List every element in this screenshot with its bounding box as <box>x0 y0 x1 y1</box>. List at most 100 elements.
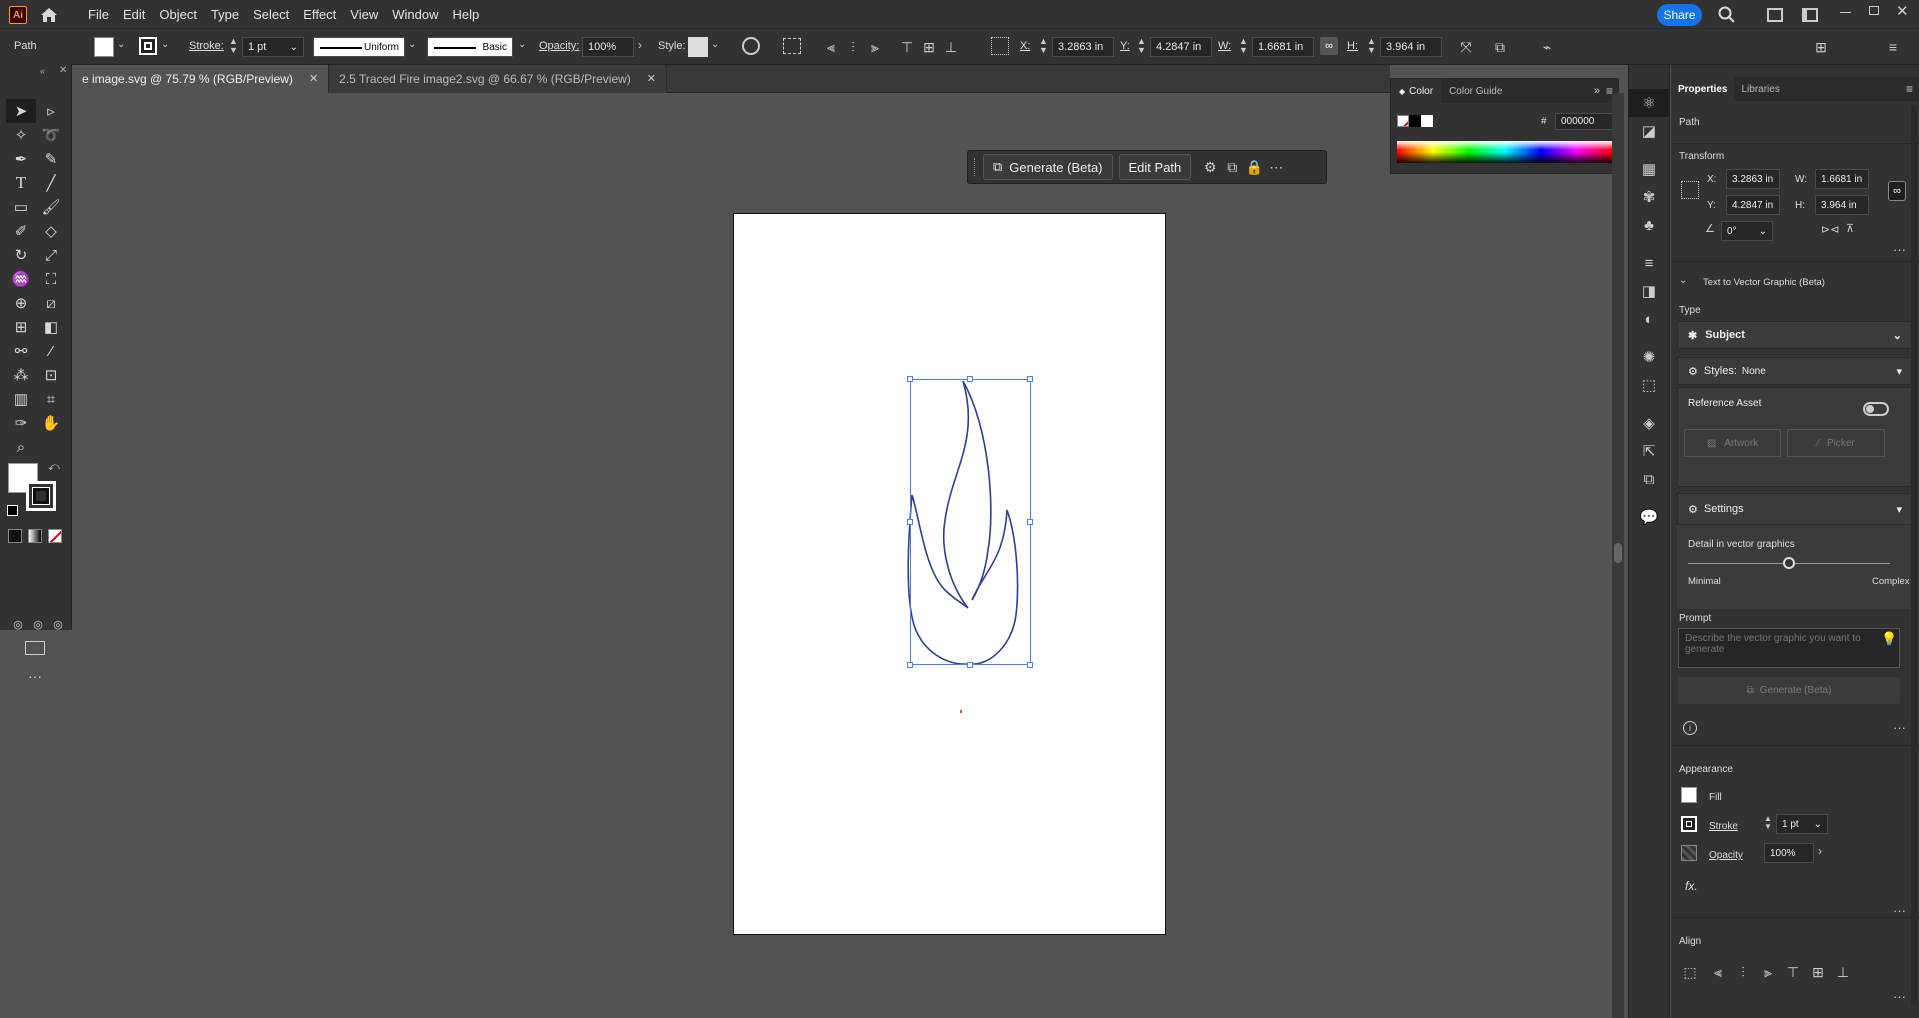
stroke-panel-icon[interactable]: ≡ <box>1629 249 1669 277</box>
none-swatch-icon[interactable] <box>1397 115 1409 127</box>
lasso-tool-icon[interactable]: ➰ <box>36 123 66 147</box>
close-tab-icon[interactable]: ✕ <box>647 72 656 85</box>
shaper-tool-icon[interactable]: ✐ <box>6 219 36 243</box>
menu-file[interactable]: File <box>81 0 116 29</box>
y-field[interactable]: 4.2847 in <box>1726 195 1780 215</box>
generate-beta-button[interactable]: ⧉ Generate (Beta) <box>983 154 1113 180</box>
stroke-swatch[interactable] <box>1681 816 1697 832</box>
more-options-icon[interactable]: ⋯ <box>1265 156 1287 178</box>
styles-dropdown[interactable]: ⚙ Styles: None ▾ <box>1677 357 1913 385</box>
more-options-icon[interactable]: ··· <box>1893 989 1906 1004</box>
selection-bounding-box[interactable] <box>910 379 1031 665</box>
stroke-weight-field[interactable]: 1 pt ⌄ <box>1776 814 1828 834</box>
menu-view[interactable]: View <box>343 0 385 29</box>
selection-handle[interactable] <box>907 662 913 668</box>
info-icon[interactable]: i <box>1683 721 1697 735</box>
align-left-icon[interactable]: ⫷ <box>1707 961 1729 983</box>
menu-effect[interactable]: Effect <box>296 0 343 29</box>
warp-tool-icon[interactable]: ♒ <box>6 267 36 291</box>
h-field[interactable]: 3.964 in <box>1815 195 1869 215</box>
rotate-tool-icon[interactable]: ↻ <box>6 243 36 267</box>
properties-panel-icon[interactable]: ⚛ <box>1629 89 1669 117</box>
export-panel-icon[interactable]: ⇱ <box>1629 437 1669 465</box>
stroke-stepper-icon[interactable]: ▲ ▼ <box>1764 815 1772 831</box>
picker-button[interactable]: ⁄ Picker <box>1787 429 1885 457</box>
free-transform-tool-icon[interactable]: ⛶ <box>36 267 66 291</box>
align-hcenter-icon[interactable]: ⫶ <box>1732 961 1754 983</box>
perspective-grid-tool-icon[interactable]: ⧄ <box>36 291 66 315</box>
align-top-icon[interactable]: ⊤ <box>896 36 918 58</box>
h-field[interactable]: 3.964 in <box>1380 37 1442 57</box>
paintbrush-tool-icon[interactable]: 🖌 <box>36 195 66 219</box>
opacity-swatch[interactable] <box>1681 845 1697 861</box>
style-swatch[interactable] <box>688 37 708 57</box>
y-field[interactable]: 4.2847 in <box>1150 37 1212 57</box>
w-field[interactable]: 1.6681 in <box>1815 169 1869 189</box>
link-proportions-icon[interactable]: ∞ <box>1320 37 1338 55</box>
hand-tool-icon[interactable]: ✋ <box>36 411 66 435</box>
symbols-panel-icon[interactable]: ♣ <box>1629 211 1669 239</box>
flip-horizontal-icon[interactable]: ⊳⊲ <box>1821 223 1839 236</box>
tab-color[interactable]: ◆ Color <box>1391 79 1442 103</box>
selection-handle[interactable] <box>967 662 973 668</box>
align-vcenter-icon[interactable]: ⊞ <box>918 36 940 58</box>
opacity-label[interactable]: Opacity: <box>535 40 583 52</box>
share-button[interactable]: Share <box>1657 4 1702 26</box>
chevron-right-icon[interactable]: › <box>638 38 642 52</box>
canvas-scrollbar[interactable] <box>1612 93 1624 1018</box>
rotate-field[interactable]: 0° ⌄ <box>1721 221 1773 241</box>
more-options-icon[interactable]: ··· <box>1893 242 1906 257</box>
chevron-down-icon[interactable]: ⌄ <box>518 39 526 50</box>
reference-point-icon[interactable] <box>1681 181 1699 199</box>
chevron-down-icon[interactable]: ⌄ <box>408 39 416 50</box>
puppet-warp-icon[interactable]: ⌁ <box>1536 36 1558 58</box>
x-stepper-icon[interactable]: ▲ ▼ <box>1039 37 1048 55</box>
tab-document-1[interactable]: e image.svg @ 75.79 % (RGB/Preview) ✕ <box>72 64 330 93</box>
menu-window[interactable]: Window <box>385 0 445 29</box>
selection-handle[interactable] <box>1027 662 1033 668</box>
fill-swatch[interactable] <box>94 37 114 57</box>
transform-icon[interactable]: ⤧ <box>1455 36 1477 58</box>
menu-select[interactable]: Select <box>246 0 296 29</box>
color-spectrum[interactable] <box>1397 141 1613 163</box>
h-stepper-icon[interactable]: ▲ ▼ <box>1367 37 1376 55</box>
align-top-icon[interactable]: ⊤ <box>1782 961 1804 983</box>
rectangle-tool-icon[interactable]: ▭ <box>6 195 36 219</box>
color-mode-icon[interactable] <box>8 529 22 543</box>
isolate-icon[interactable]: ⧉ <box>1489 36 1511 58</box>
menu-object[interactable]: Object <box>152 0 204 29</box>
fill-swatch[interactable] <box>1681 787 1697 803</box>
type-tool-icon[interactable]: T <box>6 171 36 195</box>
selection-handle[interactable] <box>967 376 973 382</box>
settings-dropdown[interactable]: ⚙ Settings ▾ <box>1677 493 1913 525</box>
gradient-mode-icon[interactable] <box>28 529 42 543</box>
comments-panel-icon[interactable]: 💬 <box>1629 503 1669 531</box>
duplicate-icon[interactable]: ⧉ <box>1221 156 1243 178</box>
curvature-tool-icon[interactable]: ✎ <box>36 147 66 171</box>
magic-wand-tool-icon[interactable]: ✧ <box>6 123 36 147</box>
align-hcenter-icon[interactable]: ⫶ <box>842 36 864 58</box>
stroke-weight-field[interactable]: 1 pt ⌄ <box>242 37 304 57</box>
appearance-panel-icon[interactable]: ✺ <box>1629 343 1669 371</box>
x-field[interactable]: 3.2863 in <box>1726 169 1780 189</box>
white-swatch[interactable] <box>1421 115 1433 127</box>
recolor-artwork-icon[interactable] <box>742 37 760 55</box>
chevron-down-icon[interactable]: ⌄ <box>117 39 125 50</box>
align-right-icon[interactable]: ⫸ <box>1757 961 1779 983</box>
libraries-panel-icon[interactable]: ◪ <box>1629 117 1669 145</box>
selection-handle[interactable] <box>1027 376 1033 382</box>
minimize-icon[interactable] <box>1840 12 1851 13</box>
prompt-input[interactable] <box>1678 628 1900 668</box>
slice-tool-icon[interactable]: ⌗ <box>36 387 66 411</box>
menu-type[interactable]: Type <box>204 0 246 29</box>
y-stepper-icon[interactable]: ▲ ▼ <box>1137 37 1146 55</box>
opacity-label[interactable]: Opacity <box>1709 850 1743 861</box>
slice-select-tool-icon[interactable]: ✑ <box>6 411 36 435</box>
arrange-documents-icon[interactable] <box>1767 8 1783 22</box>
screen-mode-icon[interactable] <box>25 641 45 655</box>
menu-help[interactable]: Help <box>445 0 486 29</box>
close-tab-icon[interactable]: ✕ <box>309 72 318 85</box>
collapse-icon[interactable]: « <box>40 66 45 76</box>
w-stepper-icon[interactable]: ▲ ▼ <box>1239 37 1248 55</box>
arrange-panel-icon[interactable]: ⊞ <box>1810 36 1832 58</box>
